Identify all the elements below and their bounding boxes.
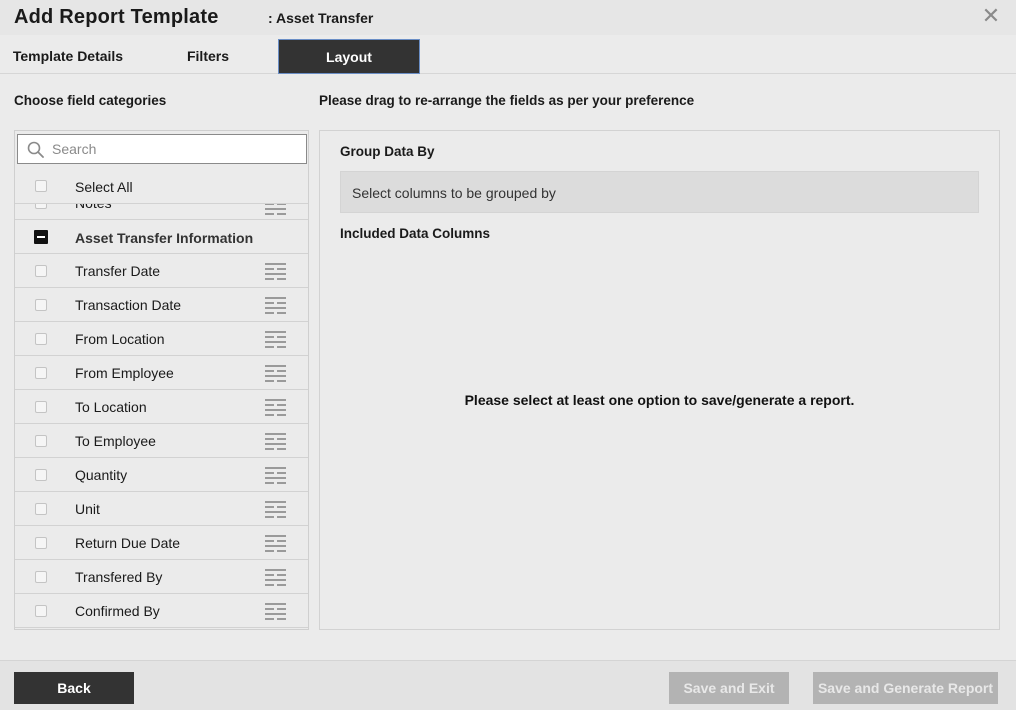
back-button[interactable]: Back xyxy=(14,672,134,704)
group-by-placeholder: Select columns to be grouped by xyxy=(352,185,556,201)
tab-layout[interactable]: Layout xyxy=(278,39,420,74)
list-item[interactable]: Notes xyxy=(15,203,308,220)
drag-instruction: Please drag to re-arrange the fields as … xyxy=(319,93,695,108)
dialog-subtitle: : Asset Transfer xyxy=(268,10,374,26)
drag-handle-icon[interactable] xyxy=(265,603,286,620)
list-item[interactable]: From Location xyxy=(15,322,308,356)
drag-handle-icon[interactable] xyxy=(265,467,286,484)
save-and-generate-button[interactable]: Save and Generate Report xyxy=(813,672,998,704)
field-label: To Location xyxy=(75,399,147,415)
drag-handle-icon[interactable] xyxy=(265,501,286,518)
field-checkbox[interactable] xyxy=(35,204,47,209)
list-item[interactable]: Quantity xyxy=(15,458,308,492)
list-item[interactable]: Transfer Date xyxy=(15,254,308,288)
list-item[interactable]: Transaction Date xyxy=(15,288,308,322)
category-label: Asset Transfer Information xyxy=(75,230,254,246)
field-label: Transaction Date xyxy=(75,297,182,313)
field-categories-heading: Choose field categories xyxy=(14,93,167,108)
select-all-label: Select All xyxy=(75,179,133,195)
search-input[interactable] xyxy=(52,139,292,159)
list-item[interactable]: To Location xyxy=(15,390,308,424)
drag-handle-icon[interactable] xyxy=(265,263,286,280)
tab-filters[interactable]: Filters xyxy=(140,39,276,74)
dialog-title: Add Report Template xyxy=(14,6,219,28)
field-checkbox[interactable] xyxy=(35,537,47,549)
field-checkbox[interactable] xyxy=(35,605,47,617)
included-columns-heading: Included Data Columns xyxy=(340,226,491,241)
drag-handle-icon[interactable] xyxy=(265,433,286,450)
field-label: Quantity xyxy=(75,467,128,483)
field-label: Confirmed By xyxy=(75,603,160,619)
field-checkbox[interactable] xyxy=(35,367,47,379)
empty-state-message: Please select at least one option to sav… xyxy=(464,392,855,408)
drag-handle-icon[interactable] xyxy=(265,535,286,552)
field-checkbox[interactable] xyxy=(35,333,47,345)
field-label: To Employee xyxy=(75,433,156,449)
list-item[interactable]: Confirmed By xyxy=(15,594,308,628)
select-all-row[interactable]: Select All xyxy=(15,169,308,203)
field-label: Transfered By xyxy=(75,569,163,585)
layout-panel: Group Data By Select columns to be group… xyxy=(319,130,1000,630)
field-list-panel: Select All Notes Asset Transfer Informat… xyxy=(14,130,309,630)
dialog-footer: Back Save and Exit Save and Generate Rep… xyxy=(0,660,1016,710)
field-checkbox[interactable] xyxy=(35,571,47,583)
field-checkbox[interactable] xyxy=(35,435,47,447)
field-label: Return Due Date xyxy=(75,535,181,551)
list-item[interactable]: Unit xyxy=(15,492,308,526)
search-box xyxy=(17,134,307,164)
field-label: Notes xyxy=(75,203,112,211)
drag-handle-icon[interactable] xyxy=(265,331,286,348)
group-by-heading: Group Data By xyxy=(340,144,435,159)
field-checkbox[interactable] xyxy=(35,469,47,481)
category-row[interactable]: Asset Transfer Information xyxy=(15,220,308,254)
category-collapse-icon[interactable] xyxy=(34,230,48,244)
drag-handle-icon[interactable] xyxy=(265,569,286,586)
drag-handle-icon[interactable] xyxy=(265,297,286,314)
field-label: From Location xyxy=(75,331,165,347)
field-checkbox[interactable] xyxy=(35,265,47,277)
field-checkbox[interactable] xyxy=(35,401,47,413)
list-item[interactable]: From Employee xyxy=(15,356,308,390)
save-and-exit-button[interactable]: Save and Exit xyxy=(669,672,789,704)
drag-handle-icon[interactable] xyxy=(265,399,286,416)
drag-handle-icon[interactable] xyxy=(265,365,286,382)
list-item[interactable]: Transfered By xyxy=(15,560,308,594)
group-by-dropzone[interactable]: Select columns to be grouped by xyxy=(340,171,979,213)
tab-bar: Template Details Filters Layout xyxy=(0,35,1016,74)
list-item[interactable]: Return Due Date xyxy=(15,526,308,560)
field-label: Transfer Date xyxy=(75,263,161,279)
field-checkbox[interactable] xyxy=(35,299,47,311)
list-item[interactable]: To Employee xyxy=(15,424,308,458)
close-icon[interactable]: ✕ xyxy=(981,5,1001,27)
select-all-checkbox[interactable] xyxy=(35,180,47,192)
search-icon xyxy=(27,141,44,158)
field-checkbox[interactable] xyxy=(35,503,47,515)
drag-handle-icon[interactable] xyxy=(265,203,286,215)
dialog-header: Add Report Template : Asset Transfer ✕ xyxy=(0,0,1016,35)
field-label: From Employee xyxy=(75,365,174,381)
field-label: Unit xyxy=(75,501,100,517)
tab-template-details[interactable]: Template Details xyxy=(0,39,136,74)
